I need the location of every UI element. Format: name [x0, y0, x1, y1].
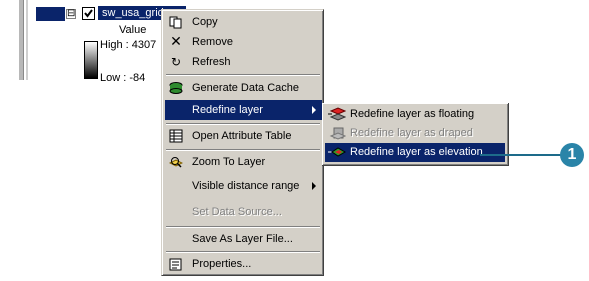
menu-item-redefine-layer[interactable]: Redefine layer: [165, 100, 322, 120]
menu-item-label: Properties...: [192, 258, 252, 270]
menu-item-label: Visible distance range: [192, 180, 300, 192]
legend-low-label: Low : -84: [100, 72, 146, 84]
menu-item-label: Generate Data Cache: [192, 82, 300, 94]
toc-left-border-inner: [26, 0, 28, 80]
callout-leader-line: [480, 154, 562, 156]
menu-separator: [166, 123, 320, 125]
layer-context-menu: Copy ✕ Remove ↻ Refresh Generate Data Ca…: [161, 9, 324, 276]
layer-visibility-checkbox[interactable]: [82, 7, 95, 20]
zoom-to-layer-icon: [168, 155, 184, 169]
callout-badge: 1: [560, 143, 584, 167]
properties-icon: [169, 257, 183, 271]
submenu-item-floating[interactable]: Redefine layer as floating: [325, 105, 505, 124]
remove-x-icon: ✕: [170, 34, 182, 50]
attribute-table-icon: [169, 129, 183, 143]
menu-item-properties[interactable]: Properties...: [165, 254, 322, 274]
submenu-item-label: Redefine layer as elevation: [350, 146, 483, 158]
submenu-arrow-icon: [312, 106, 316, 114]
menu-separator: [166, 251, 320, 253]
menu-item-set-data-source: Set Data Source...: [165, 202, 322, 222]
checkmark-icon: [84, 9, 93, 18]
submenu-item-label: Redefine layer as floating: [350, 108, 475, 120]
menu-item-save-as-layer-file[interactable]: Save As Layer File...: [165, 229, 322, 249]
menu-item-label: Zoom To Layer: [192, 156, 266, 168]
legend-title: Value: [119, 24, 147, 36]
submenu-arrow-icon: [312, 182, 316, 190]
menu-item-visible-distance-range[interactable]: Visible distance range: [165, 176, 322, 196]
menu-item-label: Open Attribute Table: [192, 130, 292, 142]
elevation-layer-icon: [328, 145, 347, 159]
menu-item-label: Remove: [192, 36, 233, 48]
redefine-layer-submenu: Redefine layer as floating Redefine laye…: [322, 103, 509, 166]
toc-left-border: [19, 0, 24, 80]
menu-item-label: Refresh: [192, 56, 231, 68]
menu-item-label: Set Data Source...: [192, 206, 282, 218]
draped-layer-icon: [328, 126, 347, 140]
menu-item-zoom-to-layer[interactable]: Zoom To Layer: [165, 152, 322, 172]
menu-item-refresh[interactable]: ↻ Refresh: [165, 52, 322, 72]
floating-layer-icon: [328, 107, 347, 121]
menu-item-label: Redefine layer: [192, 104, 263, 116]
data-cache-icon: [169, 81, 183, 95]
submenu-item-elevation[interactable]: Redefine layer as elevation: [325, 143, 505, 162]
submenu-item-label: Redefine layer as draped: [350, 127, 473, 139]
copy-icon: [169, 15, 183, 29]
legend-high-label: High : 4307: [100, 39, 157, 51]
toc-selection-strip: [36, 7, 65, 21]
menu-separator: [166, 74, 320, 76]
menu-item-generate-data-cache[interactable]: Generate Data Cache: [165, 78, 322, 98]
refresh-icon: ↻: [170, 55, 182, 69]
menu-item-remove[interactable]: ✕ Remove: [165, 32, 322, 52]
menu-item-label: Copy: [192, 16, 218, 28]
menu-separator: [166, 226, 320, 228]
color-ramp-swatch: [84, 41, 98, 79]
menu-separator: [166, 149, 320, 151]
menu-item-open-attribute-table[interactable]: Open Attribute Table: [165, 126, 322, 146]
collapse-icon[interactable]: ⊟: [66, 9, 76, 19]
submenu-item-draped: Redefine layer as draped: [325, 124, 505, 143]
menu-item-copy[interactable]: Copy: [165, 12, 322, 32]
menu-item-label: Save As Layer File...: [192, 233, 293, 245]
